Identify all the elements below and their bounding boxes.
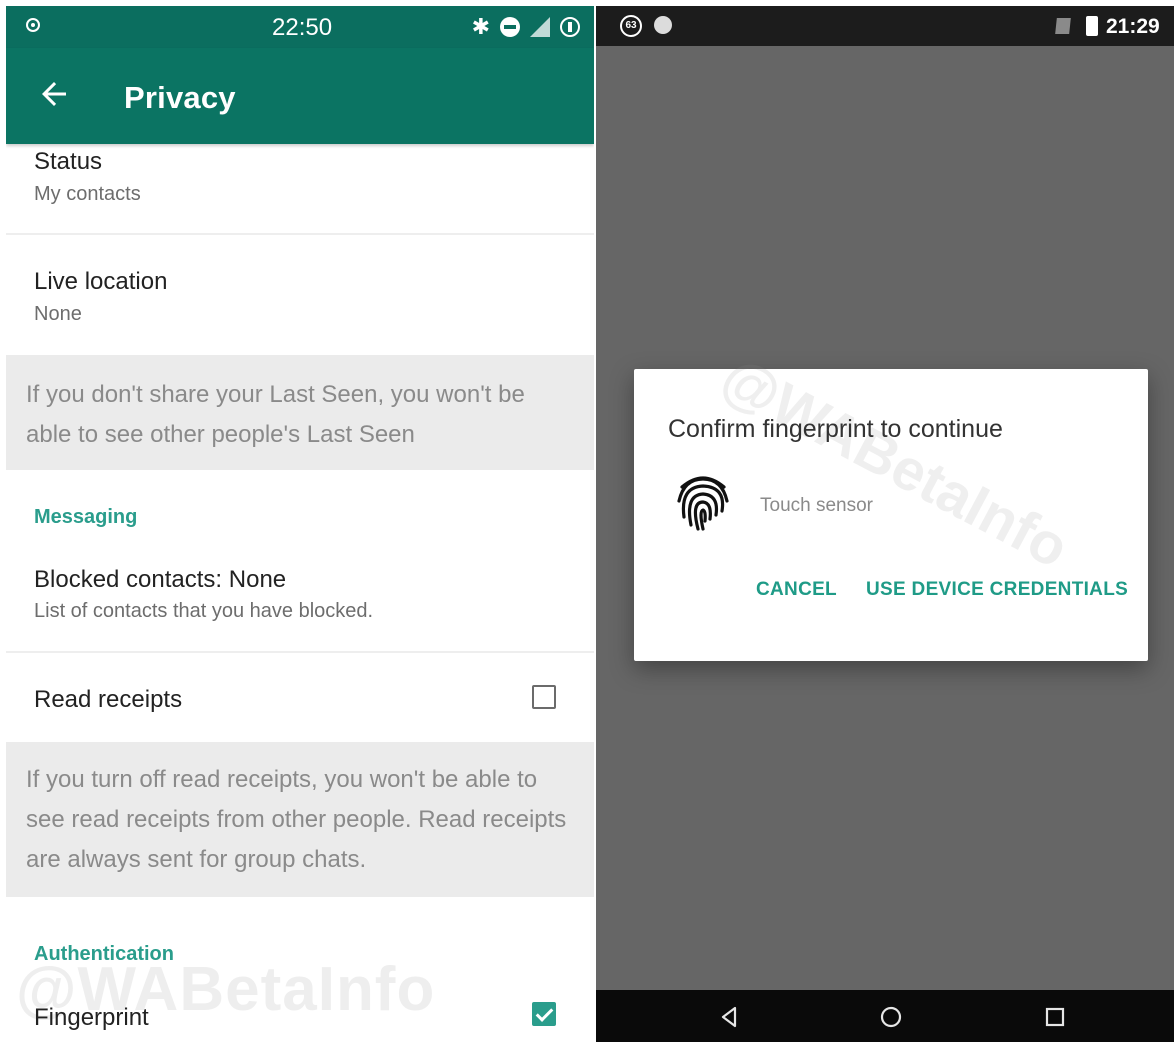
read-receipts-title: Read receipts bbox=[34, 686, 183, 713]
status-setting-title: Status bbox=[34, 148, 103, 175]
status-bar: 63 21:29 bbox=[596, 6, 1174, 46]
battery-icon bbox=[1086, 16, 1098, 36]
use-device-credentials-button[interactable]: USE DEVICE CREDENTIALS bbox=[866, 579, 1128, 601]
recents-icon[interactable] bbox=[1040, 1002, 1070, 1032]
page-title: Privacy bbox=[124, 80, 236, 115]
signal-icon bbox=[530, 17, 550, 37]
battery-saver-icon bbox=[560, 17, 580, 37]
fingerprint-checkbox[interactable] bbox=[532, 1002, 556, 1026]
do-not-disturb-icon bbox=[500, 17, 520, 37]
status-icons: ✱ bbox=[472, 14, 580, 40]
watermark: @WABetaInfo bbox=[711, 344, 1079, 581]
last-seen-note: If you don't share your Last Seen, you w… bbox=[6, 355, 594, 470]
right-phone-screen: 63 21:29 @WABetaInfo Confirm fingerprint… bbox=[596, 6, 1174, 1042]
notification-dot-icon bbox=[654, 16, 672, 34]
bluetooth-icon: ✱ bbox=[471, 14, 490, 39]
status-time: 22:50 bbox=[272, 14, 333, 41]
notification-count-badge: 63 bbox=[620, 15, 642, 37]
location-icon bbox=[26, 18, 40, 32]
dialog-title: Confirm fingerprint to continue bbox=[668, 415, 1003, 443]
fingerprint-dialog: @WABetaInfo Confirm fingerprint to conti… bbox=[634, 344, 1148, 661]
arrow-left-icon[interactable] bbox=[36, 76, 72, 112]
blocked-contacts-title: Blocked contacts: None bbox=[34, 566, 287, 593]
no-sim-icon bbox=[1055, 18, 1071, 34]
fingerprint-title: Fingerprint bbox=[34, 1004, 149, 1031]
fingerprint-icon bbox=[677, 476, 729, 531]
back-icon[interactable] bbox=[714, 1002, 744, 1032]
cancel-button[interactable]: CANCEL bbox=[756, 579, 837, 601]
touch-sensor-label: Touch sensor bbox=[760, 495, 874, 516]
divider bbox=[6, 651, 594, 653]
live-location-value: None bbox=[34, 303, 82, 325]
navigation-bar bbox=[596, 990, 1174, 1042]
app-toolbar: Privacy bbox=[6, 48, 594, 144]
left-phone-screen: 22:50 ✱ Privacy Status My contacts Live … bbox=[6, 6, 594, 1042]
divider bbox=[6, 233, 594, 235]
read-receipts-checkbox[interactable] bbox=[532, 685, 556, 709]
live-location-title: Live location bbox=[34, 268, 168, 295]
status-time: 21:29 bbox=[1106, 15, 1160, 38]
status-bar: 22:50 ✱ bbox=[6, 6, 594, 48]
status-setting-value: My contacts bbox=[34, 183, 141, 205]
messaging-section-header: Messaging bbox=[34, 506, 138, 528]
blocked-contacts-subtitle: List of contacts that you have blocked. bbox=[34, 600, 374, 622]
read-receipts-note: If you turn off read receipts, you won't… bbox=[6, 742, 594, 897]
home-icon[interactable] bbox=[876, 1002, 906, 1032]
